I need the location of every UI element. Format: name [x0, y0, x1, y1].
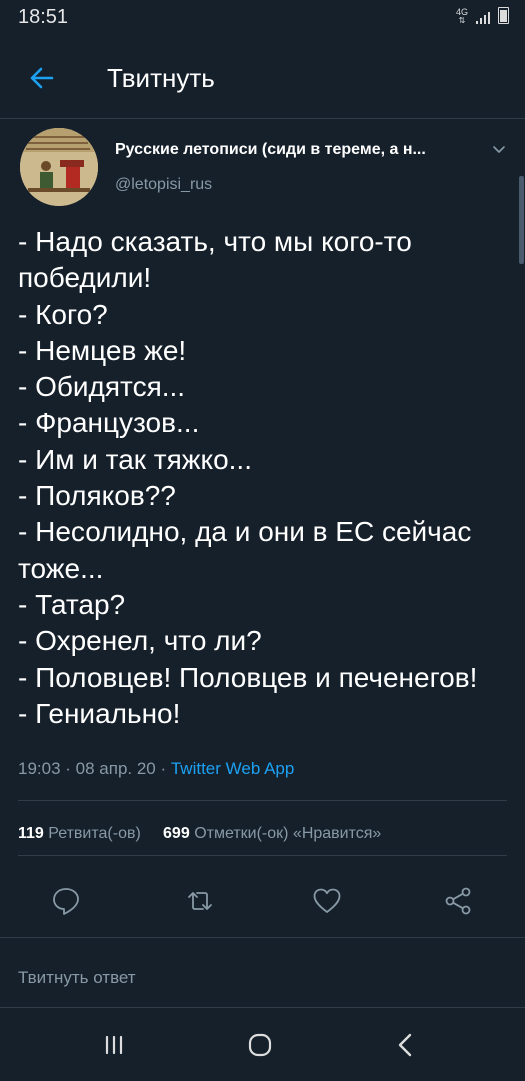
avatar-image: [20, 128, 98, 206]
back-icon[interactable]: [388, 1030, 424, 1060]
author-name[interactable]: Русские летописи (сиди в тереме, а н...: [115, 141, 475, 159]
tweet-line: - Татар?: [18, 588, 126, 620]
tweet-line: - Несолидно, да и они в ЕС сейчас: [18, 516, 472, 548]
chevron-down-icon[interactable]: [490, 140, 508, 158]
like-icon[interactable]: [311, 885, 343, 917]
reply-input[interactable]: Твитнуть ответ: [18, 968, 136, 988]
author-handle[interactable]: @letopisi_rus: [115, 176, 212, 194]
retweets-label[interactable]: Ретвита(-ов): [48, 825, 141, 842]
arrow-left-icon[interactable]: [22, 58, 62, 98]
scrollbar[interactable]: [519, 176, 524, 264]
recents-icon[interactable]: [96, 1030, 132, 1060]
page-title: Твитнуть: [107, 63, 215, 93]
tweet-line: тоже...: [18, 552, 104, 584]
home-icon[interactable]: [242, 1030, 278, 1060]
data-arrows-icon: 4G ⇅: [455, 7, 468, 25]
signal-icon: [476, 10, 490, 24]
tweet-meta: 19:03 · 08 апр. 20 · Twitter Web App: [18, 759, 294, 779]
tweet-line: - Половцев! Половцев и печенегов!: [18, 661, 478, 693]
tweet-line: - Им и так тяжко...: [18, 443, 252, 475]
tweet-line: - Поляков??: [18, 480, 176, 512]
tweet-line: - Немцев же!: [18, 334, 187, 366]
tweet-line: - Кого?: [18, 298, 108, 330]
divider: [0, 937, 525, 938]
tweet-line: - Гениально!: [18, 697, 181, 729]
retweets-count[interactable]: 119: [18, 825, 44, 842]
divider: [18, 855, 507, 856]
avatar[interactable]: [20, 128, 98, 206]
divider: [18, 800, 507, 801]
tweet-line: победили!: [18, 262, 152, 294]
battery-icon: [498, 7, 509, 24]
share-icon[interactable]: [442, 885, 474, 917]
likes-label[interactable]: Отметки(-ок) «Нравится»: [194, 825, 381, 842]
status-bar: 18:51 4G ⇅: [0, 0, 525, 36]
tweet-source-link[interactable]: Twitter Web App: [171, 759, 294, 778]
likes-count[interactable]: 699: [163, 825, 190, 842]
tweet-stats: 119 Ретвита(-ов) 699 Отметки(-ок) «Нрави…: [18, 825, 381, 843]
tweet-line: - Обидятся...: [18, 371, 186, 403]
tweet-line: - Охренел, что ли?: [18, 625, 262, 657]
tweet-line: - Французов...: [18, 407, 200, 439]
reply-icon[interactable]: [50, 885, 82, 917]
tweet-line: - Надо сказать, что мы кого-то: [18, 226, 412, 257]
status-icons: 4G ⇅: [455, 7, 509, 25]
status-time: 18:51: [18, 6, 69, 28]
retweet-icon[interactable]: [184, 885, 216, 917]
top-bar: Твитнуть: [0, 36, 525, 119]
system-nav-bar: [0, 1007, 525, 1081]
tweet-timestamp: 19:03 · 08 апр. 20 ·: [18, 759, 171, 778]
tweet-text: - Надо сказать, что мы кого-то победили!…: [18, 224, 513, 732]
